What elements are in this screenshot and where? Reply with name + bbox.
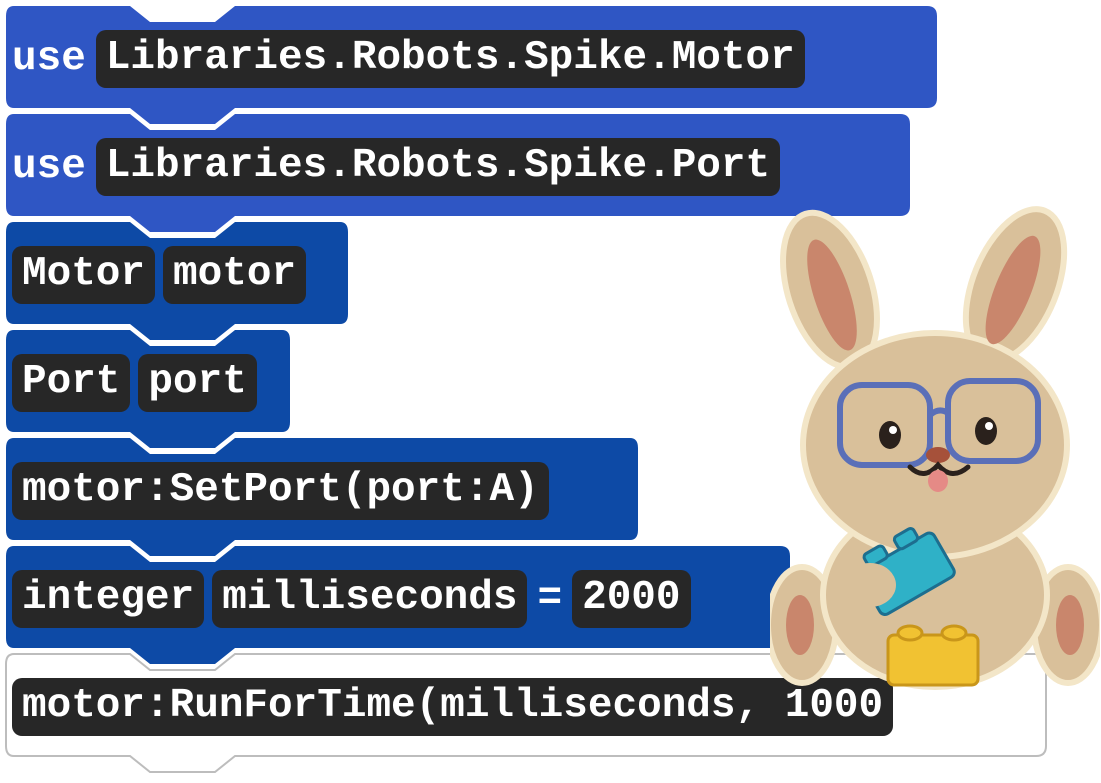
library-name-pill[interactable]: Libraries.Robots.Spike.Motor bbox=[95, 30, 805, 88]
variable-name-pill[interactable]: motor bbox=[163, 246, 307, 304]
variable-name-pill[interactable]: port bbox=[138, 354, 257, 412]
use-keyword: use bbox=[12, 144, 86, 190]
type-pill[interactable]: Motor bbox=[12, 246, 156, 304]
block-set-port-row: motor:SetPort(port:A) bbox=[12, 462, 549, 520]
type-pill[interactable]: Port bbox=[12, 354, 131, 412]
assignment-operator: = bbox=[537, 576, 563, 622]
library-name-pill[interactable]: Libraries.Robots.Spike.Port bbox=[95, 138, 781, 196]
block-use-port-row: use Libraries.Robots.Spike.Port bbox=[10, 138, 781, 196]
block-run-for-time-row: motor:RunForTime(milliseconds, 1000 bbox=[12, 678, 894, 736]
block-integer-milliseconds-row: integer milliseconds = 2000 bbox=[12, 570, 691, 628]
use-keyword: use bbox=[12, 36, 86, 82]
bunny-mascot-icon bbox=[770, 206, 1100, 690]
call-expression-pill[interactable]: motor:RunForTime(milliseconds, 1000 bbox=[12, 678, 894, 736]
block-motor-declaration-row: Motor motor bbox=[12, 246, 307, 304]
value-pill[interactable]: 2000 bbox=[572, 570, 691, 628]
type-pill[interactable]: integer bbox=[12, 570, 205, 628]
block-use-motor-row: use Libraries.Robots.Spike.Motor bbox=[10, 30, 805, 88]
block-port-declaration-row: Port port bbox=[12, 354, 257, 412]
call-expression-pill[interactable]: motor:SetPort(port:A) bbox=[12, 462, 549, 520]
variable-name-pill[interactable]: milliseconds bbox=[212, 570, 528, 628]
